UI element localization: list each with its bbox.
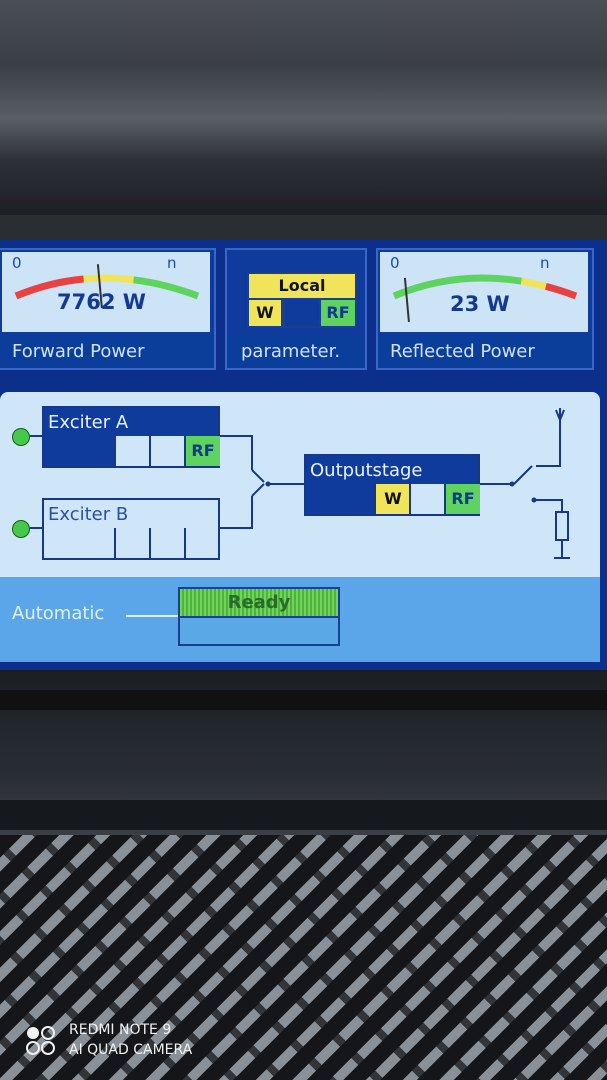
ready-status-empty <box>180 616 338 644</box>
exciter-a-block[interactable]: Exciter A RF <box>42 406 220 468</box>
watermark-line-1: REDMI NOTE 9 <box>69 1022 172 1038</box>
dummy-load-icon <box>556 512 557 513</box>
exciter-b-cell-1 <box>114 528 150 558</box>
lower-bezel-shadow <box>0 690 607 710</box>
reflected-needle <box>403 277 410 323</box>
watermark-line-2: AI QUAD CAMERA <box>69 1042 193 1058</box>
exciter-a-cell-2 <box>149 436 185 466</box>
automatic-label: Automatic <box>12 603 105 624</box>
ready-status-label: Ready <box>180 589 338 616</box>
forward-power-panel[interactable]: 0 n 7762 W Forward Power <box>0 248 216 370</box>
forward-power-value: 7762 W <box>57 290 146 314</box>
outputstage-block[interactable]: Outputstage W RF <box>304 454 480 516</box>
outputstage-w-indicator: W <box>374 484 410 514</box>
parameter-rf-indicator: RF <box>319 298 357 328</box>
forward-power-meter: 0 n 7762 W <box>2 252 210 332</box>
parameter-empty-cell <box>283 298 321 328</box>
parameter-w-indicator: W <box>247 298 283 328</box>
reflected-power-meter: 0 n 23 W <box>380 252 588 332</box>
signal-path-diagram: Exciter A RF Exciter B Outputstage W RF <box>0 392 600 577</box>
bezel-divider <box>0 200 607 204</box>
exciter-b-cell-2 <box>149 528 185 558</box>
ready-status-box[interactable]: Ready <box>178 587 340 646</box>
exciter-b-status-led <box>12 520 30 538</box>
camera-logo-icon <box>26 1026 55 1055</box>
parameter-panel[interactable]: Local W RF parameter. <box>225 248 367 370</box>
exciter-b-block[interactable]: Exciter B <box>42 498 220 560</box>
antenna-icon <box>552 402 553 403</box>
reflected-power-value: 23 W <box>450 292 510 316</box>
exciter-a-label: Exciter A <box>48 412 129 433</box>
forward-power-label: Forward Power <box>0 336 214 368</box>
local-mode-indicator: Local <box>247 272 357 300</box>
exciter-b-cell-3 <box>184 528 220 558</box>
parameter-label: parameter. <box>227 336 365 368</box>
lower-bezel-groove <box>0 800 607 830</box>
exciter-a-rf-indicator: RF <box>184 436 220 466</box>
reflected-power-label: Reflected Power <box>378 336 592 368</box>
outputstage-rf-indicator: RF <box>444 484 480 514</box>
exciter-b-label: Exciter B <box>48 504 129 525</box>
device-top-bezel <box>0 0 607 215</box>
automatic-connector-line <box>126 615 178 617</box>
exciter-a-cell-1 <box>114 436 150 466</box>
exciter-a-status-led <box>12 428 30 446</box>
automatic-bar: Automatic Ready <box>0 577 600 662</box>
outputstage-label: Outputstage <box>310 460 423 481</box>
reflected-power-panel[interactable]: 0 n 23 W Reflected Power <box>376 248 594 370</box>
outputstage-empty-cell <box>409 484 445 514</box>
